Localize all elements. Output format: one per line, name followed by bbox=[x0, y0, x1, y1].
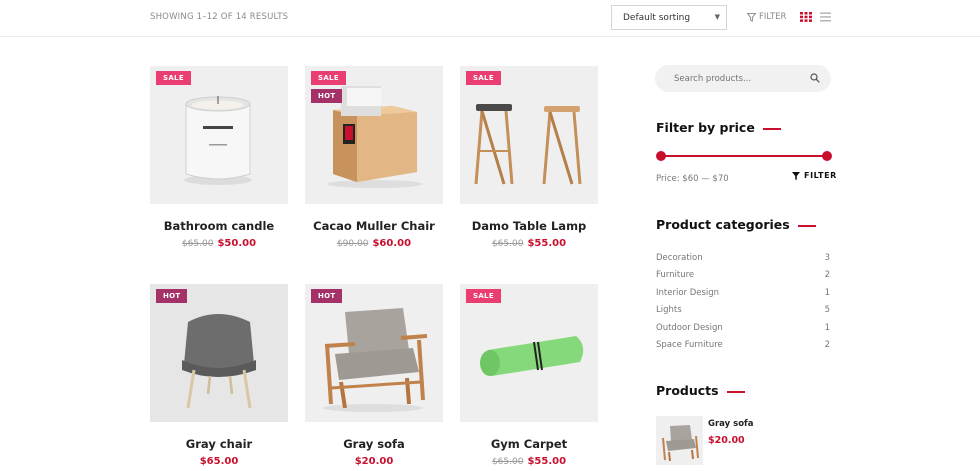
category-name[interactable]: Furniture bbox=[656, 270, 694, 280]
price-filter-button[interactable]: FILTER bbox=[792, 171, 837, 180]
category-count: 3 bbox=[824, 253, 830, 263]
product-image[interactable] bbox=[150, 66, 288, 204]
current-price: $55.00 bbox=[527, 456, 567, 467]
mini-product-price: $20.00 bbox=[708, 435, 745, 446]
filter-by-price-title: Filter by price bbox=[656, 120, 781, 135]
product-price: $65.00 $55.00 bbox=[460, 238, 598, 249]
old-price: $90.00 bbox=[336, 239, 369, 249]
product-card[interactable]: SALE Bathroom candle $65.00 $50.00 bbox=[150, 66, 288, 256]
search-input[interactable] bbox=[655, 65, 795, 92]
sale-badge: SALE bbox=[156, 71, 191, 85]
shop-toolbar: SHOWING 1–12 OF 14 RESULTS Default sorti… bbox=[0, 0, 980, 37]
category-item[interactable]: Interior Design 1 bbox=[656, 288, 831, 302]
product-card[interactable]: SALE Gym Carpet $65.00 $55.00 bbox=[460, 284, 598, 471]
product-card[interactable]: HOT Gray chair $65.00 bbox=[150, 284, 288, 471]
category-count: 2 bbox=[824, 340, 830, 350]
product-image[interactable] bbox=[150, 284, 288, 422]
hot-badge: HOT bbox=[311, 289, 343, 303]
funnel-icon bbox=[792, 171, 800, 180]
current-price: $65.00 bbox=[199, 456, 239, 467]
price-filter-label: FILTER bbox=[804, 171, 837, 180]
current-price: $20.00 bbox=[354, 456, 394, 467]
sort-select-value: Default sorting bbox=[623, 13, 691, 23]
category-item[interactable]: Decoration 3 bbox=[656, 253, 831, 267]
sale-badge: SALE bbox=[311, 71, 346, 85]
old-price: $65.00 bbox=[181, 239, 214, 249]
current-price: $50.00 bbox=[217, 238, 257, 249]
product-price: $65.00 $50.00 bbox=[150, 238, 288, 249]
price-range-label: Price: $60 — $70 bbox=[656, 174, 729, 184]
chevron-down-icon: ▼ bbox=[714, 13, 720, 21]
product-card[interactable]: SALE HOT Cacao Muller Chair $90.00 $60.00 bbox=[305, 66, 443, 256]
product-image[interactable] bbox=[305, 284, 443, 422]
current-price: $55.00 bbox=[527, 238, 567, 249]
current-price: $60.00 bbox=[372, 238, 412, 249]
product-image[interactable] bbox=[460, 66, 598, 204]
category-name[interactable]: Interior Design bbox=[656, 288, 719, 298]
product-price: $65.00 bbox=[150, 456, 288, 467]
mini-product-thumbnail[interactable] bbox=[656, 416, 703, 465]
sale-badge: SALE bbox=[466, 289, 501, 303]
product-name[interactable]: Damo Table Lamp bbox=[460, 219, 598, 233]
filter-toggle-label: FILTER bbox=[759, 12, 787, 22]
search-icon[interactable] bbox=[810, 73, 820, 83]
products-widget-title: Products bbox=[656, 383, 745, 398]
result-count: SHOWING 1–12 OF 14 RESULTS bbox=[150, 12, 289, 22]
category-count: 1 bbox=[824, 323, 830, 333]
hot-badge: HOT bbox=[311, 89, 343, 103]
product-image[interactable] bbox=[305, 66, 443, 204]
product-name[interactable]: Cacao Muller Chair bbox=[305, 219, 443, 233]
product-card[interactable]: SALE Damo Table Lamp $65.00 $55.00 bbox=[460, 66, 598, 256]
product-name[interactable]: Gray sofa bbox=[305, 437, 443, 451]
category-item[interactable]: Space Furniture 2 bbox=[656, 340, 831, 354]
product-search bbox=[655, 65, 831, 92]
funnel-icon bbox=[747, 12, 756, 22]
sale-badge: SALE bbox=[466, 71, 501, 85]
old-price: $65.00 bbox=[491, 457, 524, 467]
product-price: $90.00 $60.00 bbox=[305, 238, 443, 249]
mini-product-name[interactable]: Gray sofa bbox=[708, 419, 753, 429]
product-price: $20.00 bbox=[305, 456, 443, 467]
product-name[interactable]: Gray chair bbox=[150, 437, 288, 451]
category-item[interactable]: Outdoor Design 1 bbox=[656, 323, 831, 337]
old-price: $65.00 bbox=[491, 239, 524, 249]
filter-toggle-button[interactable]: FILTER bbox=[747, 12, 786, 22]
category-name[interactable]: Outdoor Design bbox=[656, 323, 723, 333]
category-name[interactable]: Space Furniture bbox=[656, 340, 723, 350]
price-slider-min-handle[interactable] bbox=[656, 151, 666, 161]
product-categories-title: Product categories bbox=[656, 217, 816, 232]
category-name[interactable]: Decoration bbox=[656, 253, 703, 263]
product-card[interactable]: HOT Gray sofa $20.00 bbox=[305, 284, 443, 471]
category-item[interactable]: Lights 5 bbox=[656, 305, 831, 319]
product-name[interactable]: Gym Carpet bbox=[460, 437, 598, 451]
sort-select[interactable]: Default sorting ▼ bbox=[611, 5, 727, 30]
price-slider-max-handle[interactable] bbox=[822, 151, 832, 161]
category-count: 5 bbox=[824, 305, 830, 315]
list-view-icon[interactable] bbox=[820, 12, 831, 22]
category-item[interactable]: Furniture 2 bbox=[656, 270, 831, 284]
category-count: 1 bbox=[824, 288, 830, 298]
product-image[interactable] bbox=[460, 284, 598, 422]
category-name[interactable]: Lights bbox=[656, 305, 682, 315]
grid-view-icon[interactable] bbox=[800, 12, 812, 22]
hot-badge: HOT bbox=[156, 289, 188, 303]
product-price: $65.00 $55.00 bbox=[460, 456, 598, 467]
price-slider-track[interactable] bbox=[660, 155, 828, 157]
category-count: 2 bbox=[824, 270, 830, 280]
product-name[interactable]: Bathroom candle bbox=[150, 219, 288, 233]
